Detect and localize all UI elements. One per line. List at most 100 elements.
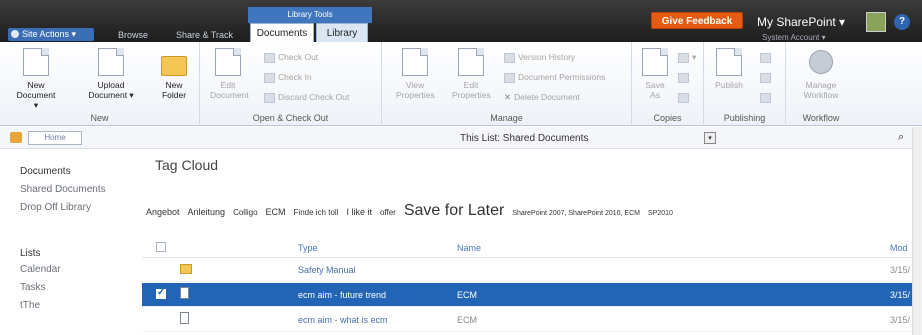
table-row-selected[interactable]: ecm aim - future trend ECM 3/15/: [142, 283, 912, 307]
copy-list-icon: [678, 92, 689, 103]
tag-link[interactable]: SP2010: [648, 210, 673, 217]
tab-documents[interactable]: Documents: [250, 23, 314, 42]
publishing-small-2[interactable]: [760, 72, 774, 83]
workflow-gear-icon: [809, 50, 833, 74]
row-type[interactable]: ecm aim - future trend: [298, 290, 386, 300]
save-as-button[interactable]: Save As: [640, 48, 670, 100]
edit-document-icon: [215, 48, 241, 76]
unpublish-icon: [760, 72, 771, 83]
nav-header-lists[interactable]: Lists: [20, 248, 41, 259]
check-in-button[interactable]: Check In: [264, 72, 312, 83]
tag-link[interactable]: offer: [380, 208, 396, 217]
discard-check-out-icon: [264, 92, 275, 103]
check-in-icon: [264, 72, 275, 83]
group-label-workflow: Workflow: [802, 113, 840, 123]
main-content: Tag Cloud Angebot Anleitung Colligo ECM Find…: [142, 150, 912, 335]
copy-alt-icon: [678, 72, 689, 83]
column-type[interactable]: Type: [298, 243, 318, 253]
tag-link[interactable]: Finde ich toll: [294, 208, 339, 217]
tag-link[interactable]: I like it: [346, 207, 372, 217]
group-label-new: New: [90, 113, 109, 123]
top-bar: Site Actions ▾ Browse Share & Track Libr…: [0, 0, 922, 42]
document-icon: [180, 287, 189, 299]
version-history-button[interactable]: Version History: [504, 52, 575, 63]
group-label-copies: Copies: [653, 113, 682, 123]
version-history-icon: [504, 52, 515, 63]
help-icon[interactable]: ?: [894, 14, 910, 30]
nav-item-calendar[interactable]: Calendar: [20, 264, 61, 275]
table-header: Type Name Mod: [142, 236, 912, 258]
chevron-down-icon[interactable]: ▾: [704, 132, 716, 144]
ribbon-group-manage: View Properties Edit Properties Version …: [382, 42, 632, 126]
tag-link[interactable]: Save for Later: [404, 202, 505, 220]
edit-properties-button[interactable]: Edit Properties: [452, 48, 491, 100]
tab-browse[interactable]: Browse: [118, 30, 148, 40]
tag-link[interactable]: Colligo: [233, 208, 257, 217]
upload-document-button[interactable]: Upload Document ▾: [88, 48, 134, 100]
column-name[interactable]: Name: [457, 243, 481, 253]
table-row[interactable]: ecm aim - what is ecm ECM 3/15/: [142, 308, 912, 332]
permissions-icon: [504, 72, 515, 83]
manage-workflow-button[interactable]: Manage Workflow: [798, 48, 844, 100]
my-sharepoint-menu[interactable]: My SharePoint ▾: [757, 15, 845, 29]
tag-link[interactable]: Anleitung: [188, 207, 226, 217]
ribbon-group-new: New Document ▾ Upload Document ▾ New Fol…: [0, 42, 200, 126]
edit-properties-icon: [458, 48, 484, 76]
row-checkbox[interactable]: [156, 287, 166, 299]
cancel-approval-icon: [760, 92, 771, 103]
copies-small-2[interactable]: [678, 72, 692, 83]
new-document-icon: [23, 48, 49, 76]
discard-check-out-button[interactable]: Discard Check Out: [264, 92, 349, 103]
tab-share-track[interactable]: Share & Track: [176, 30, 233, 40]
avatar[interactable]: [866, 12, 886, 32]
approve-icon: [760, 52, 771, 63]
nav-item-tasks[interactable]: Tasks: [20, 282, 46, 293]
view-properties-button[interactable]: View Properties: [396, 48, 435, 100]
quick-launch: Documents Shared Documents Drop Off Libr…: [0, 150, 142, 335]
delete-document-button[interactable]: ✕ Delete Document: [504, 92, 580, 103]
new-document-button[interactable]: New Document ▾: [16, 48, 56, 110]
tag-link[interactable]: Angebot: [146, 207, 180, 217]
tag-link[interactable]: SharePoint 2007, SharePoint 2010, ECM: [512, 210, 640, 217]
up-arrow-icon[interactable]: [10, 132, 22, 143]
tag-link[interactable]: ECM: [266, 207, 286, 217]
column-modified[interactable]: Mod: [890, 243, 908, 253]
give-feedback-button[interactable]: Give Feedback: [651, 12, 743, 29]
search-scope-select[interactable]: This List: Shared Documents: [460, 133, 588, 144]
check-out-button[interactable]: Check Out: [264, 52, 318, 63]
copy-icon: [678, 52, 689, 63]
search-icon[interactable]: ⌕: [898, 131, 904, 144]
system-account-menu[interactable]: System Account ▾: [762, 33, 826, 42]
nav-item-tthe[interactable]: tThe: [20, 300, 40, 311]
row-modified: 3/15/: [890, 290, 911, 300]
row-modified: 3/15/: [890, 265, 911, 275]
tag-cloud-title: Tag Cloud: [155, 157, 219, 173]
select-all-checkbox[interactable]: [156, 242, 166, 252]
copies-small-3[interactable]: [678, 92, 692, 103]
delete-x-icon: ✕: [504, 92, 512, 102]
nav-item-shared-documents[interactable]: Shared Documents: [20, 184, 106, 195]
site-actions-menu[interactable]: Site Actions ▾: [8, 28, 94, 41]
edit-document-button[interactable]: Edit Document: [210, 48, 249, 100]
tab-library[interactable]: Library: [316, 23, 368, 42]
site-actions-icon: [11, 30, 19, 38]
breadcrumb-bar: Home This List: Shared Documents ▾ ⌕: [0, 127, 922, 149]
document-permissions-button[interactable]: Document Permissions: [504, 72, 605, 83]
row-name: ECM: [457, 290, 477, 300]
row-type[interactable]: ecm aim - what is ecm: [298, 315, 388, 325]
nav-header-documents[interactable]: Documents: [20, 166, 71, 177]
copies-small-1[interactable]: ▾: [678, 52, 696, 63]
home-breadcrumb[interactable]: Home: [28, 131, 82, 145]
table-row[interactable]: Safety Manual 3/15/: [142, 258, 912, 282]
publish-button[interactable]: Publish: [712, 48, 746, 90]
publishing-small-1[interactable]: [760, 52, 774, 63]
vertical-scrollbar[interactable]: [912, 127, 922, 335]
nav-item-drop-off-library[interactable]: Drop Off Library: [20, 202, 91, 213]
row-type[interactable]: Safety Manual: [298, 265, 356, 275]
new-folder-icon: [161, 56, 187, 76]
group-label-manage: Manage: [490, 113, 523, 123]
new-folder-button[interactable]: New Folder: [158, 48, 190, 100]
view-properties-icon: [402, 48, 428, 76]
folder-icon: [180, 264, 192, 274]
publishing-small-3[interactable]: [760, 92, 774, 103]
